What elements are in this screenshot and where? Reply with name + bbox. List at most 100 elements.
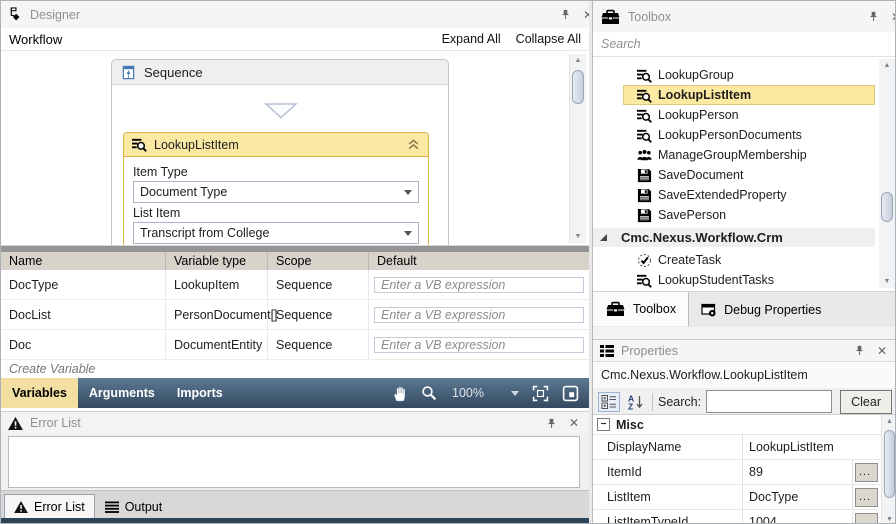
tab-debug-properties[interactable]: Debug Properties xyxy=(689,292,833,327)
horizontal-splitter[interactable] xyxy=(1,245,589,252)
toolbox-scrollbar-thumb[interactable] xyxy=(881,192,893,222)
lookuplistitem-activity[interactable]: LookupListItem Item Type Document Type L… xyxy=(123,132,429,254)
canvas-scrollbar-thumb[interactable] xyxy=(572,70,584,104)
expand-all-link[interactable]: Expand All xyxy=(442,32,501,46)
scroll-up-icon[interactable]: ▲ xyxy=(882,418,895,425)
lookup-icon xyxy=(637,88,652,103)
designer-region: Designer ✕ Workflow Expand All Collapse … xyxy=(1,1,603,523)
fit-to-screen-icon xyxy=(532,385,549,402)
toolbox-item[interactable]: SavePerson xyxy=(623,205,875,225)
scroll-up-icon[interactable]: ▲ xyxy=(879,62,895,69)
right-dock-region: Toolbox ✕ Search LookupGroup LookupListI… xyxy=(592,1,895,523)
variable-name-cell[interactable]: Doc xyxy=(1,330,166,359)
categorize-button[interactable] xyxy=(598,391,620,412)
variable-type-cell[interactable]: PersonDocument[] xyxy=(166,300,278,329)
variable-scope-cell[interactable]: Sequence xyxy=(268,270,369,299)
toolbox-item[interactable]: LookupPersonDocuments xyxy=(623,125,875,145)
overview-button[interactable] xyxy=(562,385,579,402)
collapse-box-icon[interactable]: − xyxy=(597,418,610,431)
toolbox-item[interactable]: CreateTask xyxy=(623,250,875,270)
scroll-down-icon[interactable]: ▼ xyxy=(570,233,586,240)
variable-default-expression-field[interactable]: Enter a VB expression xyxy=(374,336,584,353)
properties-panel-header: Properties ✕ xyxy=(593,340,895,362)
properties-close-button[interactable]: ✕ xyxy=(874,343,890,359)
toolbox-item[interactable]: SaveDocument xyxy=(623,165,875,185)
browse-button[interactable]: ... xyxy=(855,462,878,482)
tab-error-list[interactable]: Error List xyxy=(4,494,95,519)
error-list-content[interactable] xyxy=(8,436,580,488)
variable-default-expression-field[interactable]: Enter a VB expression xyxy=(374,276,584,293)
property-name[interactable]: ListItemTypeId xyxy=(593,510,743,523)
scroll-up-icon[interactable]: ▲ xyxy=(570,57,586,64)
tab-imports[interactable]: Imports xyxy=(166,378,234,408)
error-list-pin-button[interactable] xyxy=(543,415,559,431)
variable-default-expression-field[interactable]: Enter a VB expression xyxy=(374,306,584,323)
toolbox-scrollbar[interactable]: ▲ ▼ xyxy=(879,59,895,288)
scroll-down-icon[interactable]: ▼ xyxy=(879,278,895,285)
properties-category-row[interactable]: − Misc xyxy=(593,415,895,435)
properties-search-input[interactable] xyxy=(706,390,833,413)
lookuplistitem-activity-body: Item Type Document Type List Item Transc… xyxy=(124,157,428,253)
variable-name-cell[interactable]: DocType xyxy=(1,270,166,299)
overview-icon xyxy=(562,385,579,402)
toolbox-item[interactable]: ManageGroupMembership xyxy=(623,145,875,165)
zoom-dropdown-caret-icon[interactable] xyxy=(511,390,519,396)
clear-button[interactable]: Clear xyxy=(840,389,892,414)
tab-debug-properties-label: Debug Properties xyxy=(724,302,822,317)
toolbox-item-label: SaveExtendedProperty xyxy=(658,188,787,202)
pan-button[interactable] xyxy=(391,385,408,402)
sort-alphabetical-button[interactable] xyxy=(625,392,647,412)
tab-output[interactable]: Output xyxy=(96,494,172,519)
create-variable-row[interactable]: Create Variable xyxy=(1,360,589,379)
toolbox-item-selected[interactable]: LookupListItem xyxy=(623,85,875,105)
property-value[interactable]: 89 xyxy=(743,460,853,484)
variable-scope-cell[interactable]: Sequence xyxy=(268,330,369,359)
toolbox-item[interactable]: SaveExtendedProperty xyxy=(623,185,875,205)
tab-variables[interactable]: Variables xyxy=(1,378,78,408)
collapse-all-link[interactable]: Collapse All xyxy=(516,32,581,46)
property-value[interactable]: 1004 xyxy=(743,510,853,523)
sequence-activity[interactable]: Sequence LookupListItem Item Type Docume… xyxy=(111,59,449,254)
zoom-level[interactable]: 100% xyxy=(450,386,486,400)
pin-icon xyxy=(854,345,865,356)
variable-type-cell[interactable]: LookupItem xyxy=(166,270,268,299)
toolbox-pin-button[interactable] xyxy=(865,9,881,25)
toolbox-close-button[interactable]: ✕ xyxy=(888,9,895,25)
toolbox-search-input[interactable]: Search xyxy=(593,32,895,57)
designer-pin-button[interactable] xyxy=(557,7,573,23)
property-value[interactable]: LookupListItem xyxy=(743,435,880,459)
properties-scrollbar-thumb[interactable] xyxy=(884,430,895,498)
expander-icon[interactable] xyxy=(599,233,608,242)
variable-name-cell[interactable]: DocList xyxy=(1,300,166,329)
properties-pin-button[interactable] xyxy=(851,343,867,359)
properties-category-label: Misc xyxy=(616,417,644,432)
lookuplistitem-activity-header[interactable]: LookupListItem xyxy=(124,133,428,157)
property-name[interactable]: DisplayName xyxy=(593,435,743,459)
property-name[interactable]: ListItem xyxy=(593,485,743,509)
pin-icon xyxy=(560,9,571,20)
zoom-button[interactable] xyxy=(421,385,437,401)
tab-toolbox[interactable]: Toolbox xyxy=(593,292,690,327)
list-item-dropdown[interactable]: Transcript from College xyxy=(133,222,419,244)
chevron-collapse-icon[interactable] xyxy=(407,138,420,151)
sequence-header[interactable]: Sequence xyxy=(112,60,448,85)
fit-to-screen-button[interactable] xyxy=(532,385,549,402)
browse-button[interactable]: ... xyxy=(855,512,878,523)
variable-scope-cell[interactable]: Sequence xyxy=(268,300,369,329)
error-list-close-button[interactable]: ✕ xyxy=(566,415,582,431)
property-name[interactable]: ItemId xyxy=(593,460,743,484)
breadcrumb[interactable]: Workflow xyxy=(9,32,62,47)
item-type-dropdown[interactable]: Document Type xyxy=(133,181,419,203)
properties-scrollbar[interactable]: ▲ ▼ xyxy=(881,415,895,523)
browse-button[interactable]: ... xyxy=(855,487,878,507)
toolbox-item[interactable]: LookupGroup xyxy=(623,65,875,85)
canvas-scrollbar[interactable]: ▲ ▼ xyxy=(569,54,586,243)
variable-type-cell[interactable]: DocumentEntity xyxy=(166,330,268,359)
toolbox-item[interactable]: LookupPerson xyxy=(623,105,875,125)
toolbox-category[interactable]: Cmc.Nexus.Workflow.Crm xyxy=(593,228,875,247)
scroll-down-icon[interactable]: ▼ xyxy=(882,516,895,523)
tab-arguments[interactable]: Arguments xyxy=(78,378,166,408)
property-value[interactable]: DocType xyxy=(743,485,853,509)
error-list-header: Error List ✕ xyxy=(1,412,589,434)
toolbox-item[interactable]: LookupStudentTasks xyxy=(623,270,875,290)
